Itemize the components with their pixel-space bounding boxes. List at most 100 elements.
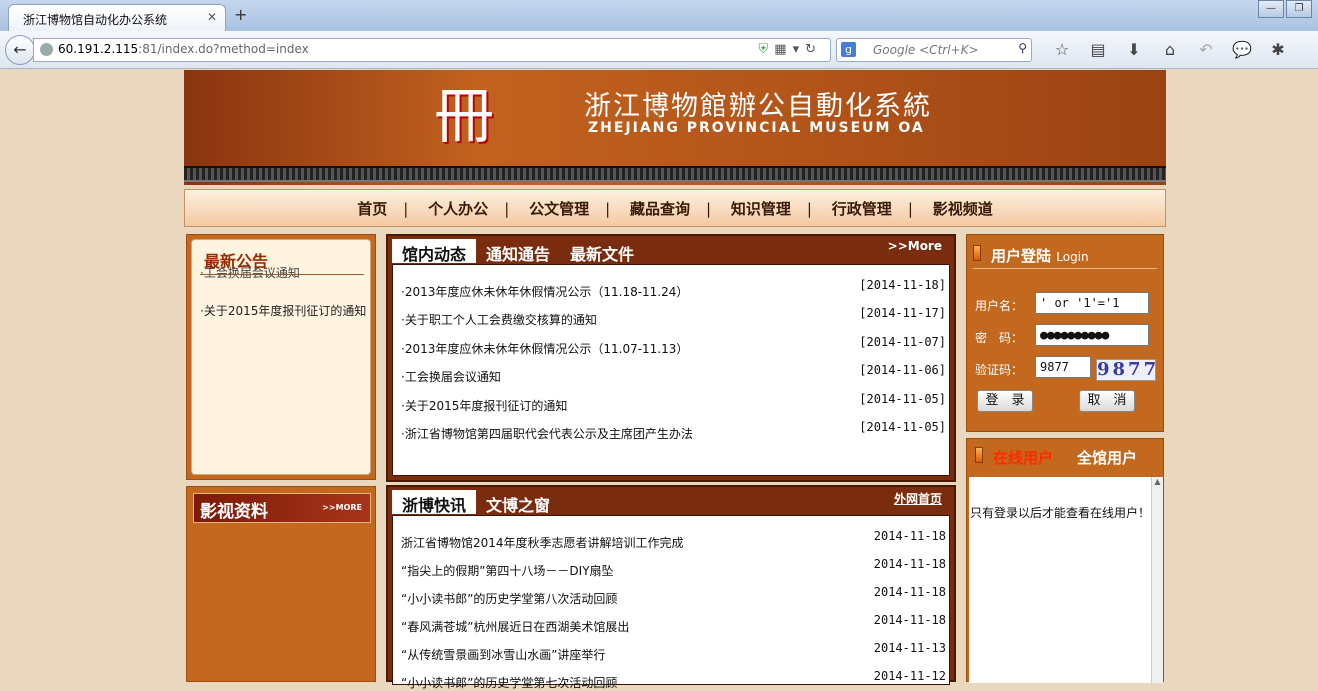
news-title: ·2013年度应休未休年休假情况公示（11.18-11.24） [401, 285, 689, 299]
login-header: 用户登陆 Login [973, 241, 1157, 269]
list-item[interactable]: “从传统雪景画到冰雪山水画”讲座举行 2014-11-13 [401, 641, 946, 663]
list-item[interactable]: “春风满苍城”杭州展近日在西湖美术馆展出 2014-11-18 [401, 613, 946, 635]
list-item[interactable]: ·浙江省博物馆第四届职代会代表公示及主席团产生办法 [2014-11-05] [401, 420, 946, 442]
nav-item-knowledge[interactable]: 知识管理 [731, 200, 791, 218]
news-date: 2014-11-18 [873, 613, 946, 627]
qr-icon[interactable]: ▦ [774, 42, 792, 57]
undo-icon[interactable]: ↶ [1188, 40, 1224, 59]
museum-logo-icon: 冊 [434, 82, 494, 152]
nav-separator: | [605, 200, 611, 218]
dropdown-icon[interactable]: ▾ [793, 42, 806, 57]
list-item[interactable]: ·工会换届会议通知 [2014-11-06] [401, 363, 946, 385]
shield-icon[interactable]: ⛨ [759, 42, 775, 57]
banner-title-en: ZHEJIANG PROVINCIAL MUSEUM OA [588, 120, 925, 136]
star-icon[interactable]: ☆ [1044, 40, 1080, 59]
back-arrow-icon[interactable]: ← [5, 35, 35, 65]
tab-all-users[interactable]: 全馆用户 [1077, 449, 1137, 467]
browser-tab[interactable]: 浙江博物馆自动化办公系统 ✕ [8, 4, 226, 32]
url-path: :81/index.do?method=index [138, 42, 309, 56]
nav-separator: | [504, 200, 510, 218]
captcha-field[interactable]: 9877 [1035, 356, 1091, 378]
scroll-up-icon[interactable]: ▲ [1152, 477, 1163, 486]
online-scrollbar[interactable]: ▲ [1151, 477, 1163, 683]
list-item[interactable]: “小小读书郎”的历史学堂第七次活动回顾 2014-11-12 [401, 669, 946, 691]
video-panel: 影视资料 >>MORE [186, 486, 376, 682]
captcha-image[interactable]: 9877 [1096, 359, 1156, 381]
browser-tab-bar: 浙江博物馆自动化办公系统 ✕ + — ❐ [0, 0, 1318, 32]
news-date: [2014-11-17] [859, 306, 946, 320]
reading-list-icon[interactable]: ▤ [1080, 40, 1116, 59]
address-bar[interactable]: 60.191.2.115:81/index.do?method=index ⛨▦… [33, 38, 831, 62]
nav-item-collection[interactable]: 藏品查询 [630, 200, 690, 218]
main-nav: 首页 | 个人办公 | 公文管理 | 藏品查询 | 知识管理 | 行政管理 | 影视频道 [184, 189, 1166, 227]
news-title: “春风满苍城”杭州展近日在西湖美术馆展出 [401, 620, 630, 634]
news-date: 2014-11-18 [873, 529, 946, 543]
addon-icon[interactable]: ✱ [1260, 40, 1296, 59]
maximize-icon[interactable]: ❐ [1286, 0, 1312, 18]
list-item[interactable]: ·2013年度应休未休年休假情况公示（11.07-11.13） [2014-11-… [401, 335, 946, 357]
list-item[interactable]: ·2013年度应休未休年休假情况公示（11.18-11.24） [2014-11-… [401, 278, 946, 300]
search-placeholder: Google <Ctrl+K> [873, 43, 979, 57]
news-title: ·浙江省博物馆第四届职代会代表公示及主席团产生办法 [401, 427, 693, 441]
list-item[interactable]: 浙江省博物馆2014年度秋季志愿者讲解培训工作完成 2014-11-18 [401, 529, 946, 551]
address-bar-icons: ⛨▦▾↻ [759, 42, 823, 57]
list-item[interactable]: ·关于职工个人工会费缴交核算的通知 [2014-11-17] [401, 306, 946, 328]
password-field[interactable]: ●●●●●●●●●● [1035, 324, 1149, 346]
external-home-link[interactable]: 外网首页 [894, 490, 942, 507]
internal-more-link[interactable]: >>More [888, 239, 942, 253]
captcha-label: 验证码： [975, 363, 1024, 377]
home-icon[interactable]: ⌂ [1152, 40, 1188, 59]
news-date: [2014-11-05] [859, 392, 946, 406]
username-label: 用户名： [975, 299, 1024, 313]
search-input[interactable]: g Google <Ctrl+K> ⚲ [836, 38, 1032, 62]
news-date: 2014-11-18 [873, 557, 946, 571]
site-banner: 冊 浙江博物館辦公自動化系統 ZHEJIANG PROVINCIAL MUSEU… [184, 70, 1166, 185]
online-users-panel: 在线用户 全馆用户 只有登录以后才能查看在线用户！ ▲ [966, 438, 1164, 683]
tab-culture-window[interactable]: 文博之窗 [476, 490, 560, 515]
nav-item-admin[interactable]: 行政管理 [832, 200, 892, 218]
news-title: ·2013年度应休未休年休假情况公示（11.07-11.13） [401, 342, 689, 356]
tab-online-users[interactable]: 在线用户 [993, 449, 1053, 467]
login-button[interactable]: 登 录 [977, 390, 1033, 412]
download-icon[interactable]: ⬇ [1116, 40, 1152, 59]
nav-item-personal-office[interactable]: 个人办公 [428, 200, 488, 218]
news-title: ·关于职工个人工会费缴交核算的通知 [401, 313, 597, 327]
cancel-button[interactable]: 取 消 [1079, 390, 1135, 412]
list-item[interactable]: “指尖上的假期”第四十八场－－DIY扇坠 2014-11-18 [401, 557, 946, 579]
tab-museum-news[interactable]: 馆内动态 [392, 239, 477, 264]
video-title: 影视资料 [200, 502, 268, 522]
news-date: [2014-11-06] [859, 363, 946, 377]
globe-icon [40, 43, 53, 56]
tab-notices[interactable]: 通知通告 [476, 239, 560, 264]
nav-item-video[interactable]: 影视频道 [933, 200, 993, 218]
internal-news-list: ·2013年度应休未休年休假情况公示（11.18-11.24） [2014-11-… [392, 264, 950, 476]
search-icon[interactable]: ⚲ [1018, 41, 1027, 55]
new-tab-button[interactable]: + [234, 5, 247, 24]
news-date: [2014-11-05] [859, 420, 946, 434]
external-news-list: 浙江省博物馆2014年度秋季志愿者讲解培训工作完成 2014-11-18 “指尖上… [392, 515, 950, 690]
google-icon[interactable]: g [841, 42, 856, 57]
tab-close-icon[interactable]: ✕ [207, 10, 217, 24]
news-date: [2014-11-18] [859, 278, 946, 292]
nav-item-documents[interactable]: 公文管理 [529, 200, 589, 218]
video-more-link[interactable]: >>MORE [322, 503, 362, 512]
tab-latest-files[interactable]: 最新文件 [560, 239, 644, 264]
login-title: 用户登陆 [991, 247, 1052, 265]
notice-item[interactable]: ·工会换届会议通知 [200, 262, 368, 284]
nav-separator: | [907, 200, 913, 218]
list-item[interactable]: “小小读书郎”的历史学堂第八次活动回顾 2014-11-18 [401, 585, 946, 607]
username-field[interactable]: ' or '1'='1 [1035, 292, 1149, 314]
notice-item[interactable]: ·关于2015年度报刊征订的通知 [200, 300, 368, 322]
tab-zhebo-news[interactable]: 浙博快讯 [392, 490, 477, 515]
internal-news-tabs: 馆内动态 通知通告 最新文件 [392, 239, 644, 265]
video-header: 影视资料 >>MORE [193, 493, 371, 523]
password-label: 密 码： [975, 331, 1024, 345]
reload-icon[interactable]: ↻ [805, 42, 822, 57]
chat-icon[interactable]: 💬 [1224, 40, 1260, 59]
news-date: 2014-11-12 [873, 669, 946, 683]
online-header: 在线用户 全馆用户 [967, 439, 1163, 473]
nav-item-home[interactable]: 首页 [357, 200, 387, 218]
browser-toolbar: ☆ ▤ ⬇ ⌂ ↶ 💬 ✱ [1044, 40, 1296, 59]
list-item[interactable]: ·关于2015年度报刊征订的通知 [2014-11-05] [401, 392, 946, 414]
minimize-icon[interactable]: — [1258, 0, 1284, 18]
